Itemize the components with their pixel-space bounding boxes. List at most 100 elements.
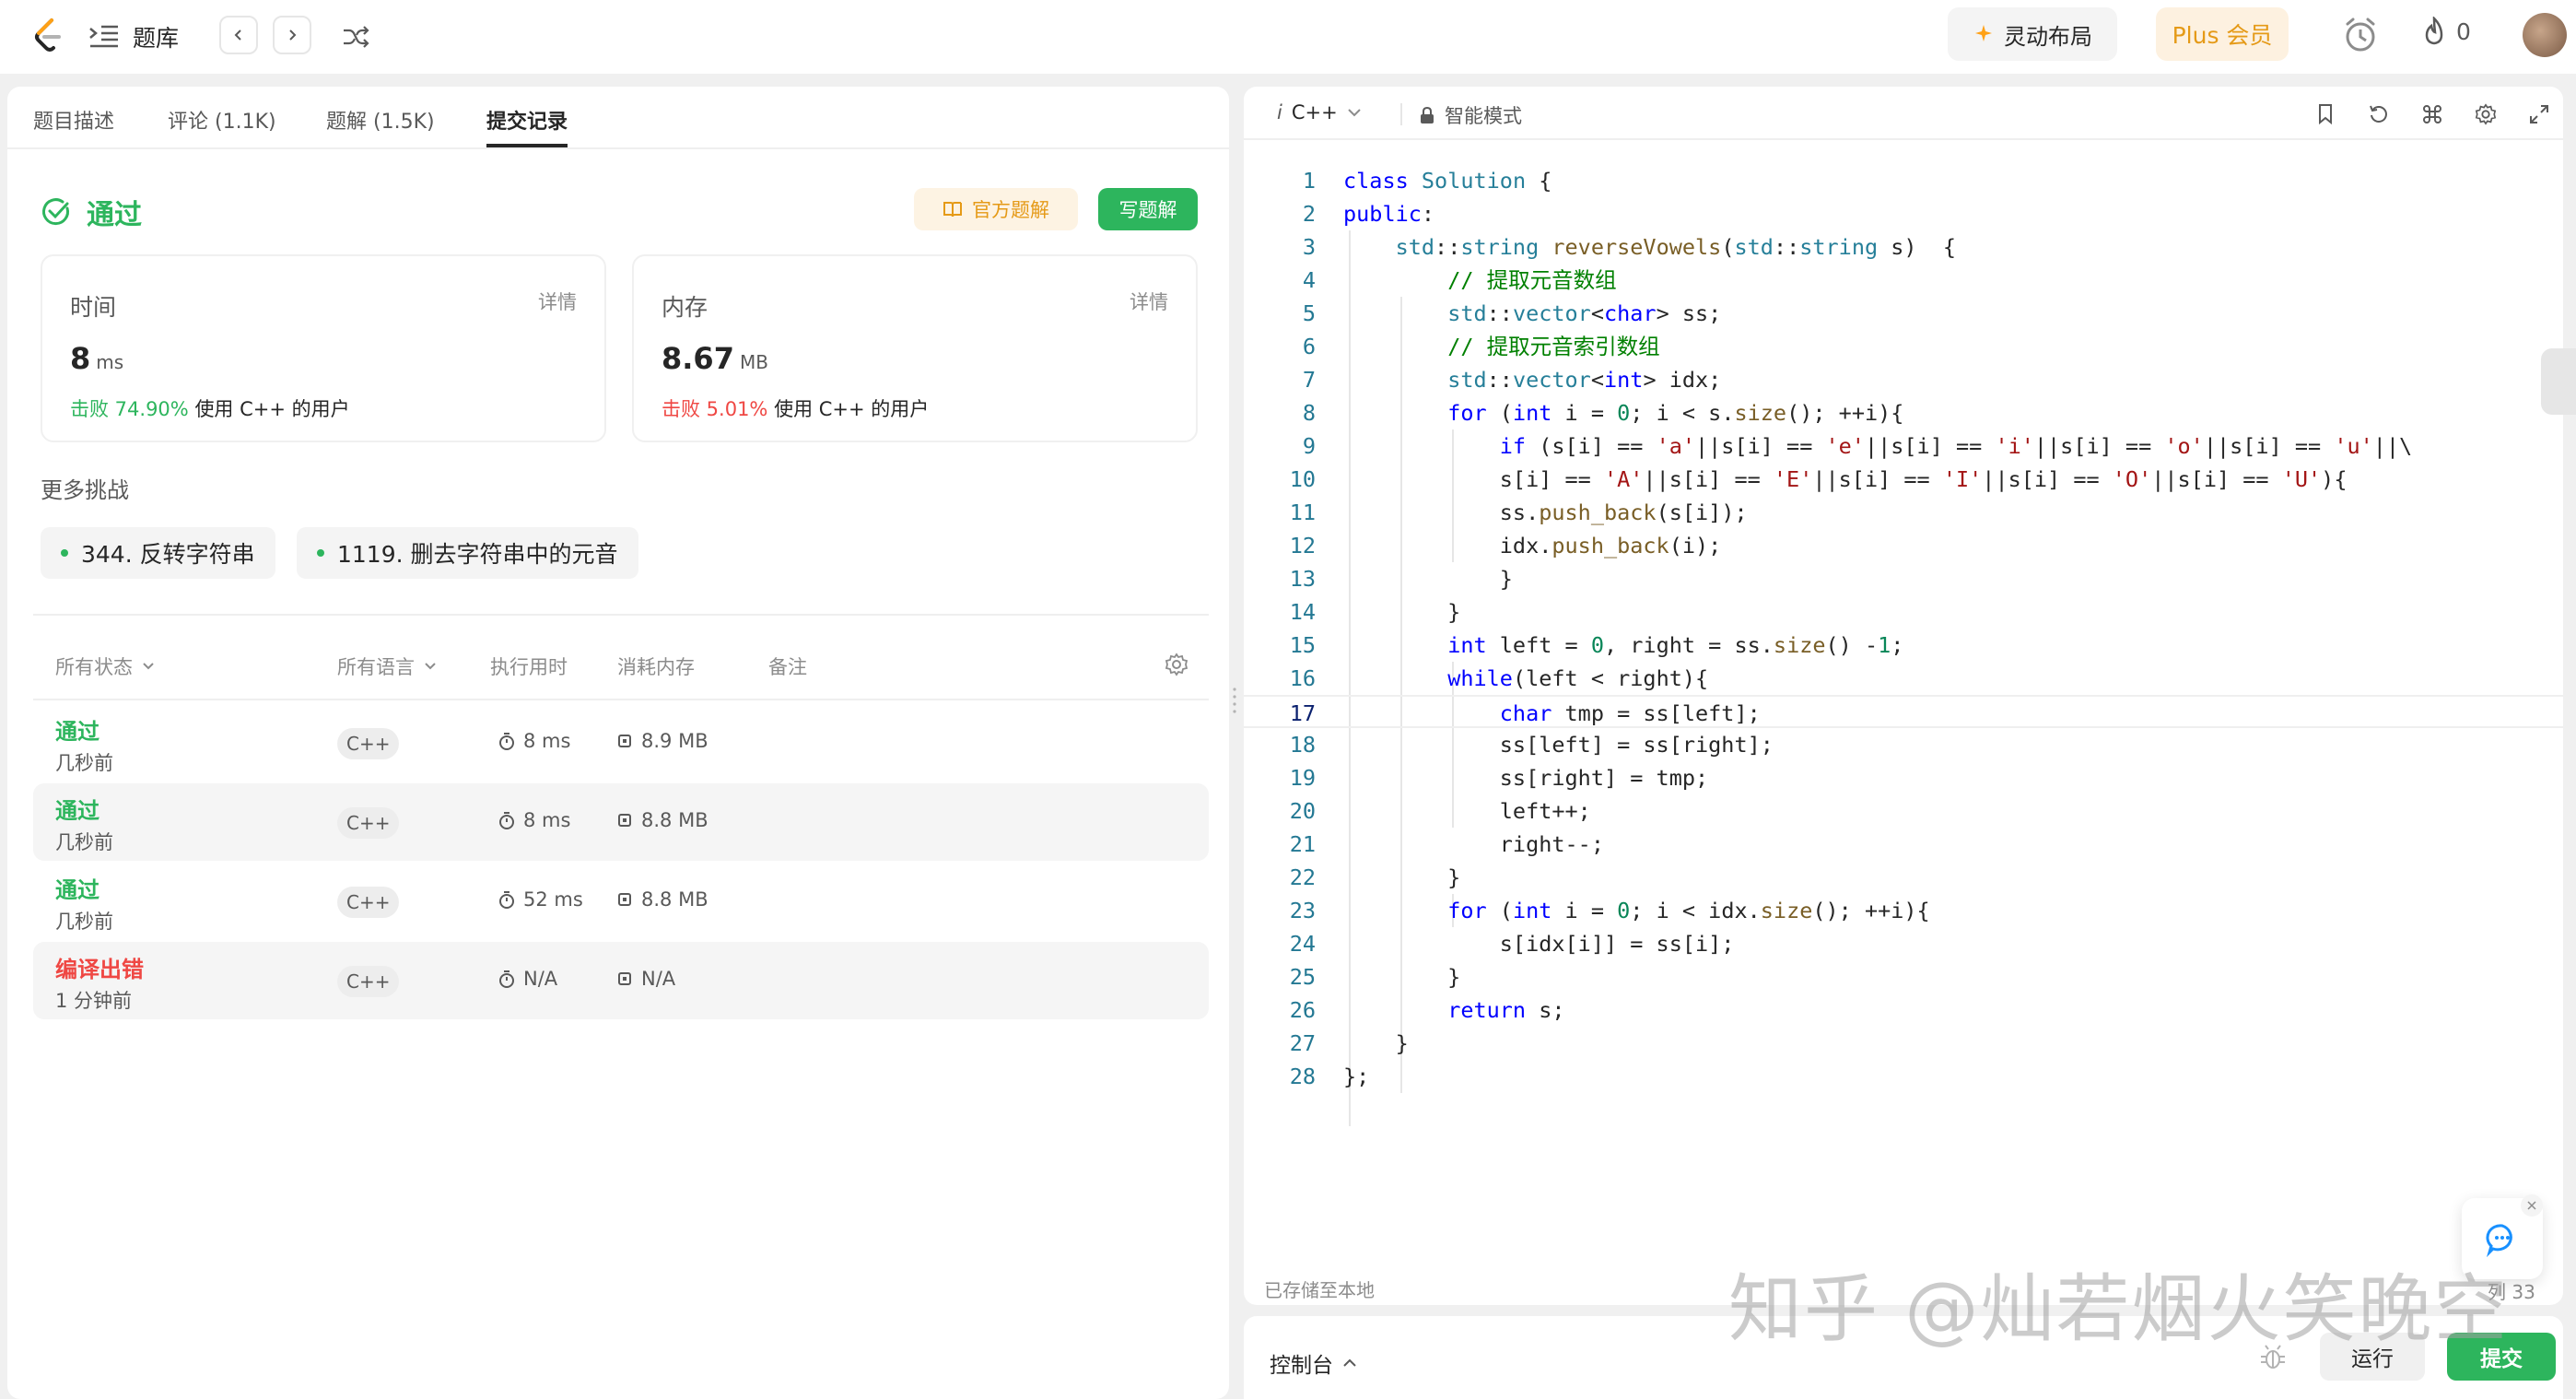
language-filter[interactable]: 所有语言 <box>337 652 437 680</box>
code-line[interactable]: 23 for (int i = 0; i < idx.size(); ++i){ <box>1244 894 2563 927</box>
toolbar-divider <box>1400 103 1402 125</box>
row-time-ago: 1 分钟前 <box>55 990 133 1012</box>
code-editor-panel: i C++ 智能模式 1 class Solution {2 public: 3… <box>1244 87 2563 1305</box>
difficulty-dot <box>317 549 324 557</box>
plus-membership-button[interactable]: Plus 会员 <box>2156 7 2289 61</box>
challenge-chip[interactable]: 1119. 删去字符串中的元音 <box>297 527 638 579</box>
code-line[interactable]: 14 } <box>1244 595 2563 629</box>
row-runtime-value: N/A <box>523 968 558 990</box>
status-filter[interactable]: 所有状态 <box>55 652 155 680</box>
code-line[interactable]: 17 char tmp = ss[left]; <box>1244 695 2563 728</box>
editor-settings-button[interactable] <box>2473 101 2499 127</box>
line-number: 3 <box>1302 234 1316 260</box>
code-line[interactable]: 22 } <box>1244 861 2563 894</box>
code-line[interactable]: 6 // 提取元音索引数组 <box>1244 330 2563 363</box>
official-solution-button[interactable]: 官方题解 <box>914 188 1078 230</box>
alarm-clock-icon[interactable] <box>2340 15 2381 55</box>
submission-row[interactable]: 编译出错 1 分钟前 C++ N/A N/A <box>33 942 1209 1019</box>
smart-mode-toggle[interactable]: 智能模式 <box>1419 101 1522 129</box>
code-text: // 提取元音索引数组 <box>1447 334 1660 359</box>
code-text: s[idx[i]] = ss[i]; <box>1343 931 1735 957</box>
submission-row[interactable]: 通过 几秒前 C++ 8 ms 8.8 MB <box>33 783 1209 861</box>
code-editor[interactable]: 1 class Solution {2 public: 3 std::string r… <box>1244 164 2563 1215</box>
code-line[interactable]: 18 ss[left] = ss[right]; <box>1244 728 2563 761</box>
previous-problem-button[interactable] <box>219 16 258 54</box>
row-status[interactable]: 通过 <box>55 872 100 904</box>
code-line[interactable]: 21 right--; <box>1244 828 2563 861</box>
code-line[interactable]: 2 public: <box>1244 197 2563 230</box>
leetcode-logo-icon[interactable] <box>28 15 68 55</box>
runtime-card: 时间 详情 8 ms 击败 74.90% 使用 C++ 的用户 <box>41 254 606 442</box>
runtime-detail-link[interactable]: 详情 <box>538 288 577 315</box>
tab-comments[interactable]: 评论 (1.1K) <box>168 105 276 147</box>
chevron-down-icon <box>1347 109 1361 117</box>
shortcuts-button[interactable] <box>2419 101 2445 127</box>
code-line[interactable]: 27 } <box>1244 1027 2563 1060</box>
code-line[interactable]: 12 idx.push_back(i); <box>1244 529 2563 562</box>
write-solution-button[interactable]: 写题解 <box>1098 188 1198 230</box>
code-line[interactable]: 26 return s; <box>1244 993 2563 1027</box>
line-number: 10 <box>1289 466 1316 492</box>
code-line[interactable]: 13 } <box>1244 562 2563 595</box>
chip-icon <box>618 814 631 827</box>
code-line[interactable]: 28}; <box>1244 1060 2563 1093</box>
code-text: return s; <box>1447 997 1565 1023</box>
code-line[interactable]: 20 left++; <box>1244 794 2563 828</box>
code-line[interactable]: 16 while(left < right){ <box>1244 662 2563 695</box>
challenge-chip[interactable]: 344. 反转字符串 <box>41 527 275 579</box>
tab-solutions[interactable]: 题解 (1.5K) <box>326 105 435 147</box>
chevron-up-icon <box>1343 1358 1356 1367</box>
memory-card: 内存 详情 8.67 MB 击败 5.01% 使用 C++ 的用户 <box>632 254 1198 442</box>
row-status[interactable]: 通过 <box>55 793 100 825</box>
runtime-beat-pct: 击败 74.90% <box>70 398 189 420</box>
settings-gear-icon[interactable] <box>1165 652 1188 676</box>
code-line[interactable]: 11 ss.push_back(s[i]); <box>1244 496 2563 529</box>
line-number: 19 <box>1289 765 1316 791</box>
tab-description[interactable]: 题目描述 <box>33 105 114 147</box>
language-filter-label: 所有语言 <box>337 656 415 678</box>
code-line[interactable]: 1 class Solution { <box>1244 164 2563 197</box>
reset-code-button[interactable] <box>2366 101 2392 127</box>
line-number: 8 <box>1302 400 1316 426</box>
dynamic-layout-button[interactable]: 灵动布局 <box>1948 7 2117 61</box>
code-line[interactable]: 5 std::vector<char> ss; <box>1244 297 2563 330</box>
memory-beat: 击败 5.01% 使用 C++ 的用户 <box>662 394 929 422</box>
problem-list-button[interactable]: 题库 <box>88 18 179 55</box>
code-line[interactable]: 4 // 提取元音数组 <box>1244 264 2563 297</box>
next-problem-button[interactable] <box>273 16 311 54</box>
code-text: }; <box>1343 1064 1370 1089</box>
user-avatar[interactable] <box>2523 13 2567 57</box>
code-line[interactable]: 24 s[idx[i]] = ss[i]; <box>1244 927 2563 960</box>
row-status[interactable]: 通过 <box>55 713 100 746</box>
memory-detail-link[interactable]: 详情 <box>1130 288 1168 315</box>
code-text: } <box>1343 1030 1409 1056</box>
side-panel-tab[interactable] <box>2541 348 2576 415</box>
runtime-value-wrap: 8 ms <box>70 341 123 376</box>
bookmark-button[interactable] <box>2313 101 2338 127</box>
code-line[interactable]: 7 std::vector<int> idx; <box>1244 363 2563 396</box>
code-line[interactable]: 15 int left = 0, right = ss.size() -1; <box>1244 629 2563 662</box>
panel-resize-handle[interactable] <box>1233 684 1236 721</box>
code-line[interactable]: 8 for (int i = 0; i < s.size(); ++i){ <box>1244 396 2563 429</box>
random-problem-button[interactable] <box>337 18 374 55</box>
row-status[interactable]: 编译出错 <box>55 951 144 983</box>
chip-icon <box>618 972 631 985</box>
streak-counter[interactable]: 0 <box>2421 17 2471 46</box>
code-line[interactable]: 25 } <box>1244 960 2563 993</box>
sparkle-icon <box>1975 25 1992 41</box>
chat-close-button[interactable] <box>2521 1194 2543 1217</box>
language-selector[interactable]: i C++ <box>1277 101 1362 123</box>
fullscreen-button[interactable] <box>2526 101 2552 127</box>
code-line[interactable]: 19 ss[right] = tmp; <box>1244 761 2563 794</box>
code-text: ss[right] = tmp; <box>1343 765 1709 791</box>
submission-row[interactable]: 通过 几秒前 C++ 8 ms 8.9 MB <box>33 704 1209 782</box>
submission-row[interactable]: 通过 几秒前 C++ 52 ms 8.8 MB <box>33 863 1209 940</box>
line-number: 4 <box>1302 267 1316 293</box>
code-line[interactable]: 3 std::string reverseVowels(std::string … <box>1244 230 2563 264</box>
tab-submissions[interactable]: 提交记录 <box>486 105 568 147</box>
code-text: int left = 0, right = ss.size() -1; <box>1447 632 1904 658</box>
code-line[interactable]: 9 if (s[i] == 'a'||s[i] == 'e'||s[i] == … <box>1244 429 2563 463</box>
console-toggle[interactable]: 控制台 <box>1270 1347 1357 1379</box>
code-text: } <box>1343 566 1513 592</box>
code-line[interactable]: 10 s[i] == 'A'||s[i] == 'E'||s[i] == 'I'… <box>1244 463 2563 496</box>
